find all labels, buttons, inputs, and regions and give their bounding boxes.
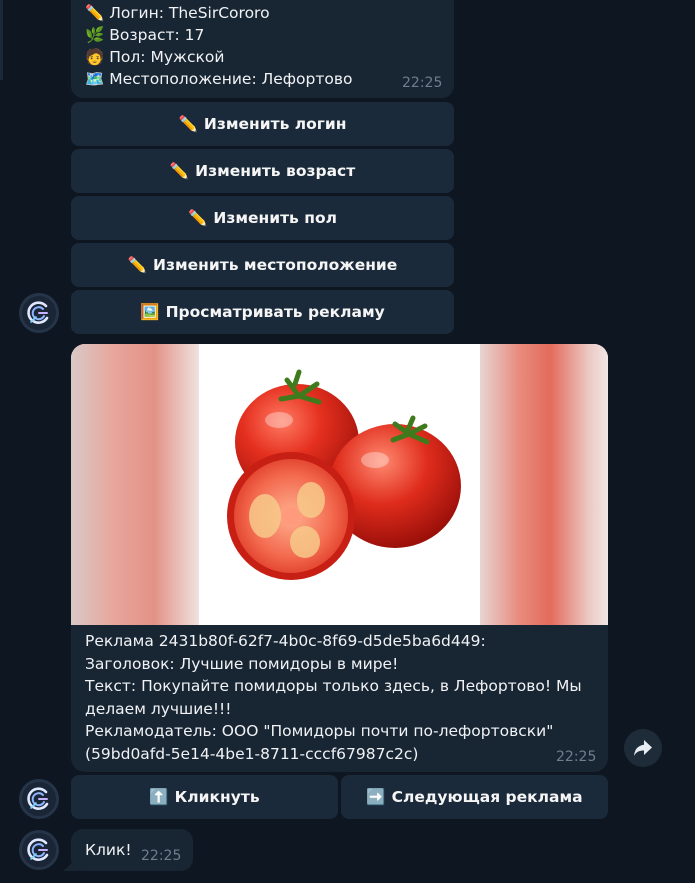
ad-body-line: Текст: Покупайте помидоры только здесь, … — [85, 677, 582, 695]
pencil-icon: ✏️ — [178, 115, 198, 133]
left-edge-divider — [0, 0, 3, 80]
next-ad-button[interactable]: ➡️ Следующая реклама — [341, 775, 608, 819]
bot-avatar-icon[interactable] — [19, 293, 59, 333]
button-label: Изменить логин — [203, 115, 347, 133]
ad-text: Реклама 2431b80f-62f7-4b0c-8f69-d5de5ba6… — [85, 630, 582, 765]
picture-icon: 🖼️ — [140, 303, 160, 321]
button-label: Изменить местоположение — [153, 256, 398, 274]
reply-text: Клик! — [85, 841, 132, 859]
ad-body-line-2: делаем лучшие!!! — [85, 699, 232, 718]
button-label: Следующая реклама — [391, 788, 583, 806]
profile-message-bubble: ✏️ Логин: TheSirCororo 🌿 Возраст: 17 🧑 П… — [71, 0, 454, 98]
ad-id-line: Реклама 2431b80f-62f7-4b0c-8f69-d5de5ba6… — [85, 632, 486, 650]
button-label: Просматривать рекламу — [165, 303, 385, 321]
ad-photo[interactable] — [71, 344, 608, 625]
profile-location-text: Местоположение: Лефортово — [109, 70, 353, 88]
pencil-icon: ✏️ — [188, 209, 208, 227]
ad-advertiser-line: Рекламодатель: ООО "Помидоры почти по-ле… — [85, 722, 554, 740]
click-reply-bubble: Клик! 22:25 — [71, 829, 193, 871]
change-location-button[interactable]: ✏️ Изменить местоположение — [71, 243, 454, 287]
share-button[interactable] — [624, 729, 662, 767]
pencil-icon: ✏️ — [169, 162, 190, 180]
button-label: Изменить возраст — [195, 162, 356, 180]
photo-blur-left — [71, 344, 199, 625]
ad-message-bubble: Реклама 2431b80f-62f7-4b0c-8f69-d5de5ba6… — [71, 344, 608, 772]
herb-emoji-icon: 🌿 — [85, 26, 105, 44]
button-label: Изменить пол — [213, 209, 337, 227]
change-age-button[interactable]: ✏️ Изменить возраст — [71, 149, 454, 193]
profile-age-text: Возраст: 17 — [109, 26, 205, 44]
up-arrow-icon: ⬆️ — [149, 788, 169, 806]
message-time: 22:25 — [556, 749, 597, 765]
view-ads-button[interactable]: 🖼️ Просматривать рекламу — [71, 290, 454, 334]
photo-blur-right — [480, 344, 608, 625]
profile-location-line: 🗺️ Местоположение: Лефортово — [85, 69, 353, 90]
bot-avatar-icon[interactable] — [19, 779, 59, 819]
profile-gender-text: Пол: Мужской — [109, 48, 225, 66]
chat-window: ✏️ Логин: TheSirCororo 🌿 Возраст: 17 🧑 П… — [0, 0, 695, 883]
profile-login-text: Логин: TheSirCororo — [109, 4, 270, 22]
tomatoes-image — [199, 344, 480, 625]
ad-advertiser-id-line: (59bd0afd-5e14-4be1-8711-cccf67987c2c) — [85, 744, 419, 763]
message-time: 22:25 — [141, 848, 182, 864]
map-emoji-icon: 🗺️ — [85, 70, 105, 88]
bot-logo-icon — [22, 833, 56, 867]
change-login-button[interactable]: ✏️ Изменить логин — [71, 102, 454, 146]
button-label: Кликнуть — [174, 788, 260, 806]
click-ad-button[interactable]: ⬆️ Кликнуть — [71, 775, 338, 819]
bot-logo-icon — [22, 782, 56, 816]
pencil-icon: ✏️ — [127, 256, 147, 274]
profile-gender-line: 🧑 Пол: Мужской — [85, 47, 224, 68]
person-emoji-icon: 🧑 — [85, 48, 105, 66]
profile-login-line: ✏️ Логин: TheSirCororo — [85, 3, 270, 24]
message-time: 22:25 — [402, 75, 443, 91]
pencil-emoji-icon: ✏️ — [85, 4, 105, 22]
bot-avatar-icon[interactable] — [19, 830, 59, 870]
bot-logo-icon — [22, 296, 56, 330]
tomatoes-illustration — [227, 369, 461, 580]
change-gender-button[interactable]: ✏️ Изменить пол — [71, 196, 454, 240]
share-arrow-icon — [634, 740, 652, 756]
profile-age-line: 🌿 Возраст: 17 — [85, 25, 204, 46]
ad-title-line: Заголовок: Лучшие помидоры в мире! — [85, 654, 399, 673]
right-arrow-icon: ➡️ — [366, 788, 386, 806]
